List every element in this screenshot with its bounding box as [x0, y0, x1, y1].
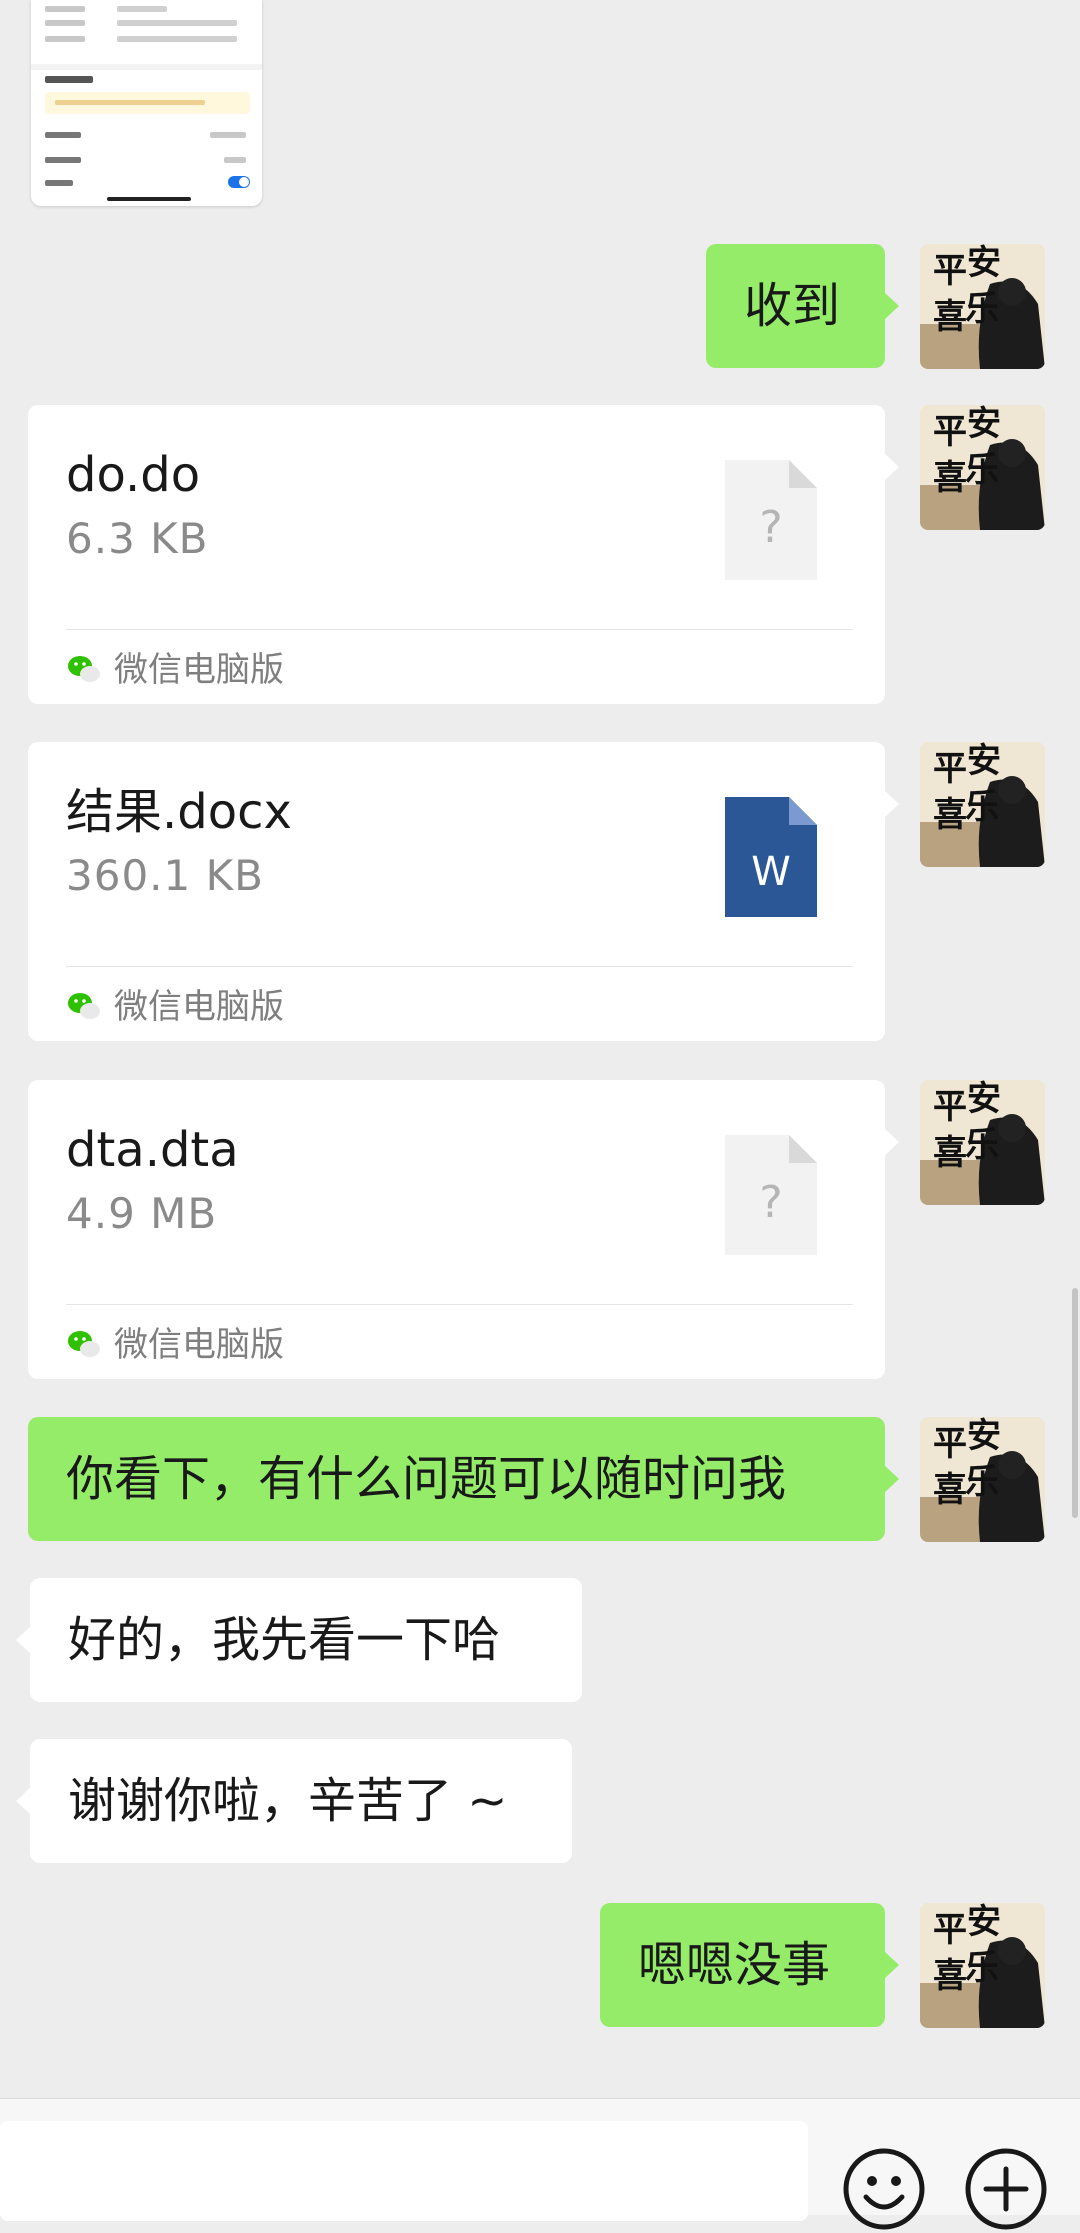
avatar-glyph: 乐	[965, 1948, 999, 1988]
message-bubble-sent[interactable]: 收到	[706, 244, 899, 368]
word-file-letter: W	[751, 849, 791, 895]
avatar-glyph: 喜	[933, 1956, 967, 1996]
message-input[interactable]	[0, 2121, 808, 2221]
plus-icon[interactable]	[962, 2145, 1050, 2233]
message-bubble-received[interactable]: 谢谢你啦，辛苦了 ~	[16, 1739, 572, 1863]
avatar-glyph: 乐	[965, 289, 999, 329]
avatar-glyph: 安	[967, 1903, 1001, 1942]
file-source-label: 微信电脑版	[114, 1325, 284, 1365]
unknown-file-icon: ?	[725, 460, 817, 580]
file-card-divider	[66, 1304, 853, 1305]
avatar[interactable]: 平安喜乐	[920, 1417, 1045, 1542]
file-message-card[interactable]: do.do 6.3 KB ? 微信电脑版	[28, 405, 899, 704]
avatar-glyph: 平	[933, 1087, 967, 1127]
input-bar	[0, 2098, 1080, 2230]
avatar[interactable]: 平安喜乐	[920, 742, 1045, 867]
word-file-icon: W	[725, 797, 817, 917]
file-name: do.do	[66, 447, 201, 503]
avatar-image: 平安喜乐	[920, 1417, 1045, 1542]
avatar-glyph: 安	[967, 244, 1001, 283]
avatar[interactable]: 平安喜乐	[920, 1080, 1045, 1205]
message-text: 好的，我先看一下哈	[68, 1612, 501, 1668]
unknown-file-glyph: ?	[759, 1177, 782, 1228]
avatar[interactable]: 平安喜乐	[920, 1903, 1045, 2028]
file-message-card[interactable]: dta.dta 4.9 MB ? 微信电脑版	[28, 1080, 899, 1379]
message-bubble-sent[interactable]: 你看下，有什么问题可以随时问我	[28, 1417, 899, 1541]
avatar-glyph: 安	[967, 742, 1001, 781]
avatar-glyph: 乐	[965, 1125, 999, 1165]
avatar-image: 平安喜乐	[920, 1080, 1045, 1205]
avatar-glyph: 平	[933, 251, 967, 291]
avatar[interactable]: 平安喜乐	[920, 405, 1045, 530]
message-text: 谢谢你啦，辛苦了 ~	[68, 1773, 508, 1829]
file-source-label: 微信电脑版	[114, 987, 284, 1027]
message-text: 你看下，有什么问题可以随时问我	[66, 1451, 787, 1507]
avatar-image: 平安喜乐	[920, 244, 1045, 369]
thumb-notice	[45, 92, 250, 114]
file-name: dta.dta	[66, 1122, 239, 1178]
received-image-thumbnail[interactable]	[31, 0, 262, 206]
file-size: 6.3 KB	[66, 514, 209, 563]
avatar-glyph: 乐	[965, 1462, 999, 1502]
avatar-glyph: 乐	[965, 450, 999, 490]
file-card-divider	[66, 629, 853, 630]
file-card-divider	[66, 966, 853, 967]
avatar[interactable]: 平安喜乐	[920, 244, 1045, 369]
file-message-card[interactable]: 结果.docx 360.1 KB W 微信电脑版	[28, 742, 899, 1041]
avatar-glyph: 平	[933, 1910, 967, 1950]
unknown-file-glyph: ?	[759, 502, 782, 553]
avatar-glyph: 平	[933, 749, 967, 789]
thumb-item	[45, 155, 250, 165]
thumb-row	[45, 6, 250, 14]
thumb-header	[45, 76, 93, 83]
avatar-image: 平安喜乐	[920, 405, 1045, 530]
file-source-label: 微信电脑版	[114, 650, 284, 690]
message-text: 收到	[744, 278, 841, 334]
file-name: 结果.docx	[66, 784, 292, 840]
message-bubble-received[interactable]: 好的，我先看一下哈	[16, 1578, 582, 1702]
emoji-icon[interactable]	[840, 2145, 928, 2233]
avatar-glyph: 喜	[933, 1133, 967, 1173]
avatar-glyph: 安	[967, 1080, 1001, 1119]
avatar-glyph: 喜	[933, 458, 967, 498]
avatar-glyph: 喜	[933, 795, 967, 835]
thumb-toggle	[228, 176, 250, 188]
avatar-glyph: 乐	[965, 787, 999, 827]
avatar-glyph: 安	[967, 405, 1001, 444]
avatar-glyph: 喜	[933, 1470, 967, 1510]
thumb-row	[45, 20, 250, 28]
thumb-separator	[31, 64, 262, 70]
unknown-file-icon: ?	[725, 1135, 817, 1255]
avatar-glyph: 平	[933, 412, 967, 452]
avatar-image: 平安喜乐	[920, 742, 1045, 867]
wechat-icon	[68, 655, 100, 682]
wechat-icon	[68, 992, 100, 1019]
file-source: 微信电脑版	[66, 645, 284, 695]
file-size: 360.1 KB	[66, 851, 264, 900]
message-bubble-sent[interactable]: 嗯嗯没事	[600, 1903, 899, 2027]
avatar-image: 平安喜乐	[920, 1903, 1045, 2028]
file-size: 4.9 MB	[66, 1189, 218, 1238]
file-source: 微信电脑版	[66, 1320, 284, 1370]
thumb-home-indicator	[107, 197, 191, 201]
message-text: 嗯嗯没事	[638, 1937, 831, 1993]
avatar-glyph: 喜	[933, 297, 967, 337]
thumb-item	[45, 178, 250, 188]
thumb-row	[45, 36, 250, 44]
avatar-glyph: 平	[933, 1424, 967, 1464]
thumb-item	[45, 130, 250, 140]
avatar-glyph: 安	[967, 1417, 1001, 1456]
file-source: 微信电脑版	[66, 982, 284, 1032]
scrollbar[interactable]	[1072, 1288, 1078, 1518]
wechat-icon	[68, 1330, 100, 1357]
